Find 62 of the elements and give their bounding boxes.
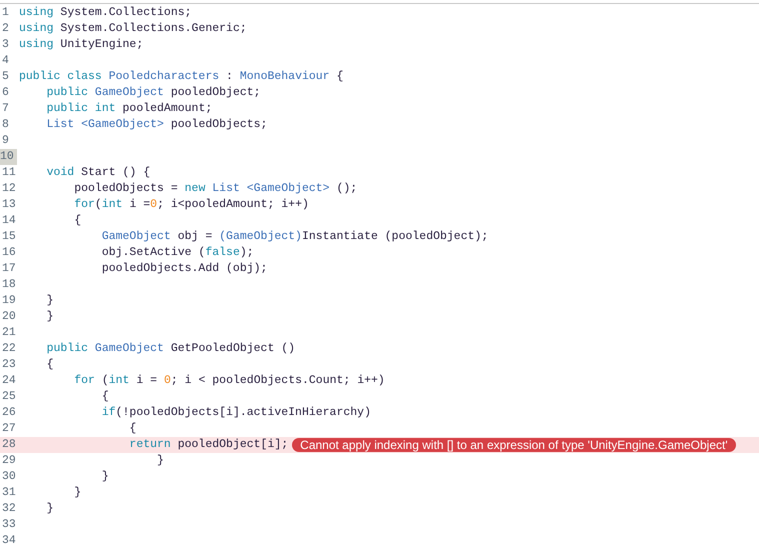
line-number: 21	[1, 325, 17, 341]
line-number: 20	[1, 309, 17, 325]
line-number: 26	[1, 405, 17, 421]
line-number: 18	[1, 277, 17, 293]
line-number: 1	[1, 5, 10, 21]
code-line: }	[73, 486, 82, 499]
line-number: 23	[1, 357, 17, 373]
line-number: 22	[1, 341, 17, 357]
line-number: 3	[1, 37, 10, 53]
code-line: for (int i = 0; i < pooledObjects.Count; i++)	[73, 374, 385, 387]
line-number: 2	[1, 21, 10, 37]
line-number: 34	[1, 533, 17, 546]
code-line: public int pooledAmount;	[46, 102, 212, 115]
code-line: List <GameObject> pooledObjects;	[46, 118, 268, 131]
code-line: }	[46, 502, 54, 515]
code-line: public GameObject pooledObject;	[46, 86, 261, 99]
line-number: 17	[1, 261, 17, 277]
line-number: 13	[1, 197, 17, 213]
line-number: 32	[1, 501, 17, 517]
line-number: 9	[1, 133, 10, 149]
code-line: obj.SetActive (false);	[100, 246, 254, 259]
line-number: 7	[1, 101, 10, 117]
line-number: 14	[1, 213, 17, 229]
code-line: for(int i =0; i<pooledAmount; i++)	[73, 198, 309, 211]
line-number: 11	[1, 165, 17, 181]
code-line: {	[73, 214, 82, 227]
code-line: }	[46, 294, 54, 307]
code-line: public class Pooledcharacters : MonoBehaviour {	[19, 70, 344, 83]
line-number: 30	[1, 469, 17, 485]
code-line: public GameObject GetPooledObject ()	[46, 342, 296, 355]
code-line: if(!pooledObjects[i].activeInHierarchy)	[100, 406, 371, 419]
code-line: }	[100, 470, 109, 483]
line-number: 33	[1, 517, 17, 533]
code-line: using UnityEngine;	[19, 38, 144, 51]
code-line: return pooledObject[i];	[128, 438, 288, 451]
code-line: {	[46, 358, 54, 371]
line-number: 29	[1, 453, 17, 469]
line-number: 27	[1, 421, 17, 437]
line-number: 28	[1, 437, 17, 453]
line-number: 5	[1, 69, 10, 85]
line-number: 12	[1, 181, 17, 197]
code-line: pooledObjects.Add (obj);	[100, 262, 268, 275]
line-number: 31	[1, 485, 17, 501]
code-line: {	[128, 422, 136, 435]
code-line: GameObject obj = (GameObject)Instantiate (pooledObject);	[100, 230, 488, 243]
code-line: void Start () {	[46, 166, 150, 179]
code-line: pooledObjects = new List <GameObject> ();	[73, 182, 358, 195]
line-number: 25	[1, 389, 17, 405]
line-number: 10	[0, 149, 17, 165]
line-number: 6	[1, 85, 10, 101]
code-line: {	[100, 390, 109, 403]
line-number: 4	[1, 53, 10, 69]
line-number: 8	[1, 117, 10, 133]
line-number: 15	[1, 229, 17, 245]
line-number: 24	[1, 373, 17, 389]
code-line: using System.Collections;	[19, 6, 192, 19]
code-line: using System.Collections.Generic;	[19, 22, 247, 35]
line-number: 19	[1, 293, 17, 309]
code-line: }	[156, 454, 164, 467]
error-message: Cannot apply indexing with [] to an expression of type 'UnityEngine.GameObject'	[292, 438, 736, 452]
line-number: 16	[1, 245, 17, 261]
code-line: }	[46, 310, 54, 323]
